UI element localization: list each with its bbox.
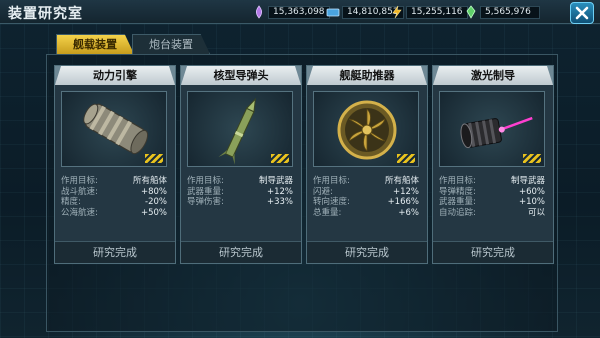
stat-row: 闪避: +12% [313,187,419,198]
stat-key: 总重量: [313,207,342,218]
card-image-frame [61,91,167,167]
resource-value-1: 15,363,098 [268,5,330,19]
research-status-button[interactable]: 研究完成 [307,241,427,263]
stat-value: +60% [518,186,545,197]
resource-1: 15,363,098 [252,4,330,20]
stat-key: 作用目标: [187,176,224,186]
research-status-button[interactable]: 研究完成 [433,241,553,263]
stat-value: 制导武器 [258,176,293,186]
stat-key: 作用目标: [439,176,476,186]
stat-row: 作用目标: 所有船体 [313,176,419,187]
card-laser-guidance[interactable]: 激光制导 作用目标: 制导武器 导弹精度: +60% 武器重量: +10% 自动追踪:… [432,65,554,264]
tab-turret-devices[interactable]: 炮台装置 [132,34,210,54]
resource-value-4: 5,565,976 [480,5,540,19]
card-stats: 作用目标: 所有船体 闪避: +12% 转向速度: +166% 总重量: +6% [313,176,419,218]
page-title: 装置研究室 [8,6,83,22]
stat-value: +12% [266,186,293,197]
stat-key: 武器重量: [187,186,224,197]
purple-crystal-icon [255,5,263,19]
stat-key: 精度: [61,197,81,207]
card-image-frame [313,91,419,167]
stat-key: 战斗航速: [61,186,98,197]
stat-key: 转向速度: [313,197,350,207]
stat-key: 闪避: [313,186,333,197]
card-image-frame [439,91,545,167]
card-title: 舰艇助推器 [307,66,427,85]
stat-key: 公海航速: [61,207,98,218]
card-stats: 作用目标: 制导武器 导弹精度: +60% 武器重量: +10% 自动追踪: 可以 [439,176,545,218]
card-stats: 作用目标: 制导武器 武器重量: +12% 导弹伤害: +33% [187,176,293,208]
lightning-icon [392,5,402,19]
resource-3: 15,255,116 [390,4,468,20]
stat-value: 所有船体 [132,176,167,186]
stat-value: 可以 [527,207,545,218]
stat-row: 作用目标: 制导武器 [439,176,545,187]
close-icon [575,6,589,20]
card-engine[interactable]: 动力引擎 作用目标: 所有船体 战斗航速: +80% 精度: -20% 公海航速: +5… [54,65,176,264]
resource-value-3: 15,255,116 [406,5,468,19]
stat-row: 作用目标: 所有船体 [61,176,167,187]
top-bar: 装置研究室 15,363,098 14,810,853 15,255,116 5… [0,0,600,24]
card-image-frame [187,91,293,167]
rank-stripes [397,154,415,163]
stat-value: -20% [145,197,167,207]
stat-value: +50% [140,207,167,218]
stat-value: 所有船体 [384,176,419,186]
card-nuclear-warhead[interactable]: 核型导弹头 作用目标: 制导武器 武器重量: +12% 导弹伤害: +33% 研究完成 [180,65,302,264]
blue-bar-icon [326,8,340,17]
stat-key: 作用目标: [61,176,98,186]
card-ship-booster[interactable]: 舰艇助推器 作用目标: 所有船体 闪避: +12% 转向速度: +166% 总重量: +… [306,65,428,264]
stat-key: 作用目标: [313,176,350,186]
stat-row: 导弹精度: +60% [439,187,545,198]
card-title: 动力引擎 [55,66,175,85]
stat-row: 作用目标: 制导武器 [187,176,293,187]
stat-key: 自动追踪: [439,207,476,218]
stat-key: 导弹伤害: [187,197,224,207]
green-crystal-icon [466,5,476,19]
stat-value: +10% [518,197,545,207]
stat-row: 导弹伤害: +33% [187,197,293,208]
card-stats: 作用目标: 所有船体 战斗航速: +80% 精度: -20% 公海航速: +50% [61,176,167,218]
rank-stripes [523,154,541,163]
stat-row: 自动追踪: 可以 [439,208,545,219]
tab-shipboard-devices[interactable]: 舰载装置 [56,34,134,54]
stat-row: 武器重量: +12% [187,187,293,198]
stat-row: 武器重量: +10% [439,197,545,208]
rank-stripes [271,154,289,163]
card-title: 激光制导 [433,66,553,85]
stat-value: 制导武器 [510,176,545,186]
stat-key: 导弹精度: [439,186,476,197]
stat-value: +6% [398,207,419,218]
resource-4: 5,565,976 [464,4,540,20]
research-status-button[interactable]: 研究完成 [181,241,301,263]
stat-value: +12% [392,186,419,197]
stat-row: 战斗航速: +80% [61,187,167,198]
stat-row: 转向速度: +166% [313,197,419,208]
stat-row: 公海航速: +50% [61,208,167,219]
stat-value: +166% [387,197,419,207]
card-title: 核型导弹头 [181,66,301,85]
stat-value: +33% [266,197,293,207]
close-button[interactable] [570,2,594,24]
stat-key: 武器重量: [439,197,476,207]
research-status-button[interactable]: 研究完成 [55,241,175,263]
stat-value: +80% [140,186,167,197]
rank-stripes [145,154,163,163]
stat-row: 精度: -20% [61,197,167,208]
stat-row: 总重量: +6% [313,208,419,219]
